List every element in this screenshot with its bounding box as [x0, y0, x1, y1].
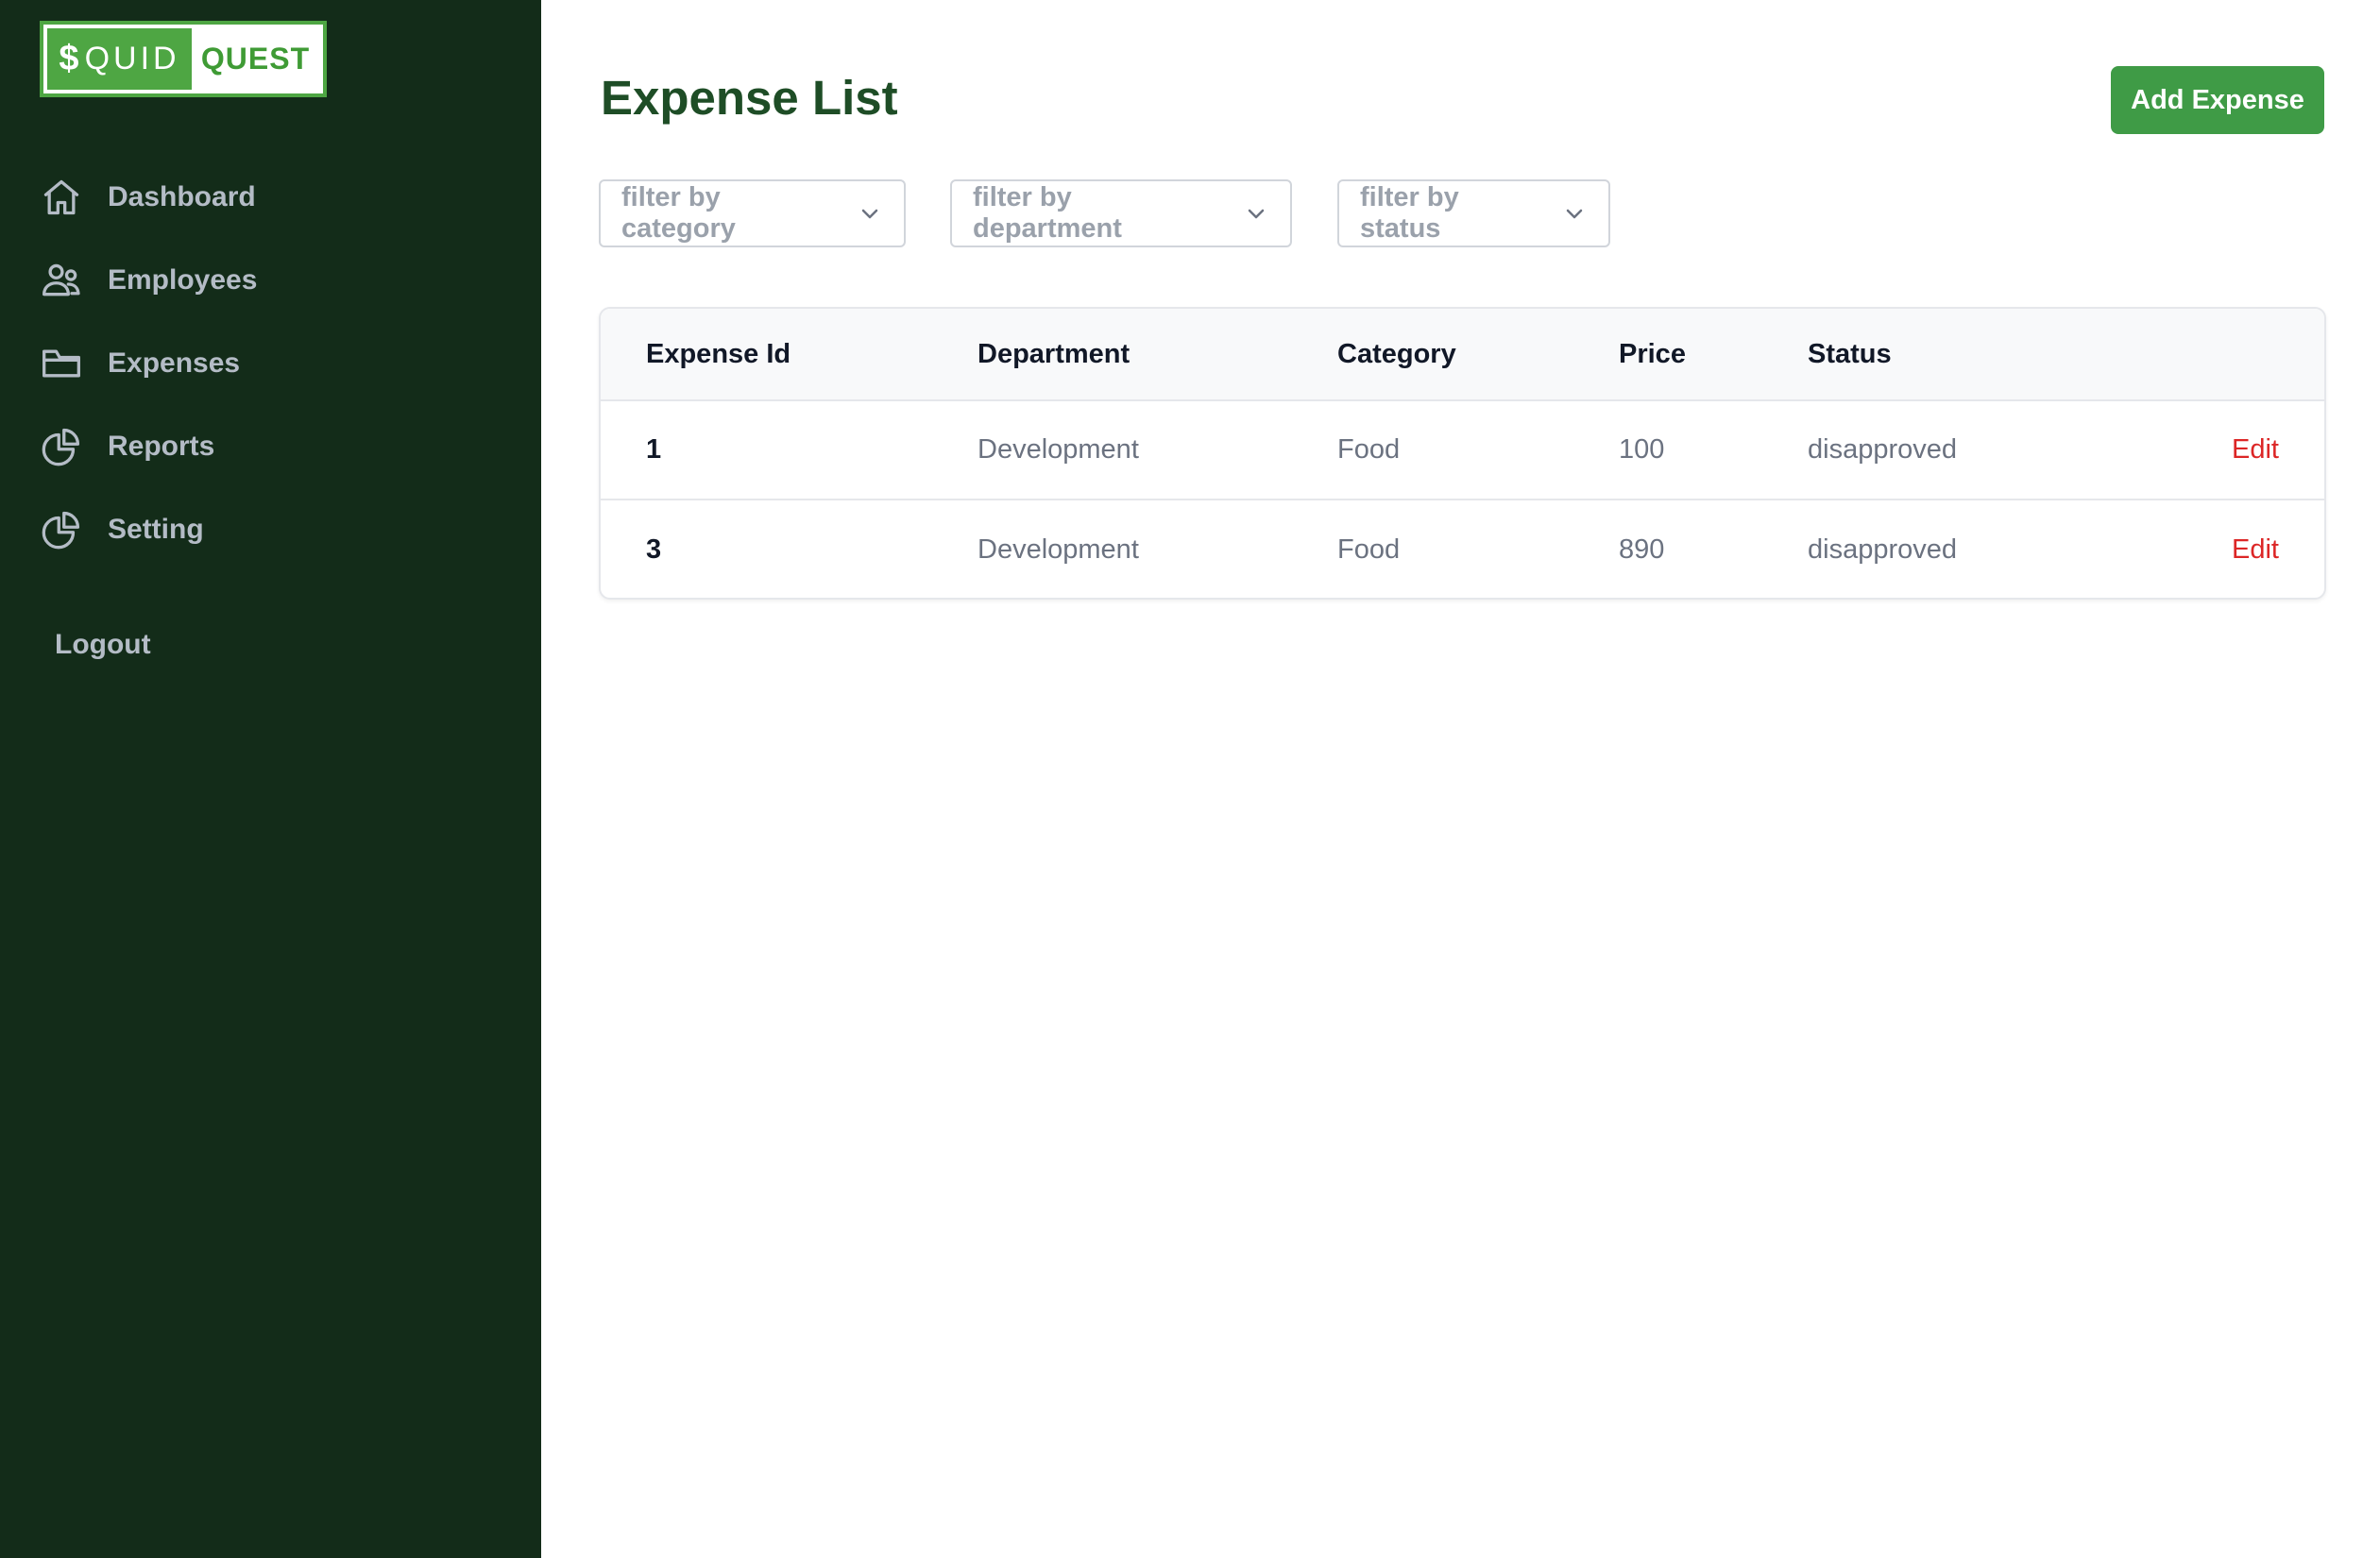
pie-chart-icon [40, 508, 83, 551]
logo-text-quest: QUEST [200, 42, 311, 76]
column-header-status: Status [1808, 338, 1892, 369]
edit-link[interactable]: Edit [2232, 500, 2279, 598]
users-icon [40, 259, 83, 302]
cell-expense-id: 1 [646, 434, 662, 465]
filter-status-label: filter by status [1360, 182, 1459, 244]
logout-button[interactable]: Logout [55, 629, 151, 661]
sidebar-item-expenses[interactable]: Expenses [40, 322, 257, 405]
column-header-price: Price [1619, 338, 1686, 369]
cell-category: Food [1337, 534, 1401, 565]
cell-price: 100 [1619, 434, 1665, 465]
filter-category-select[interactable]: filter by category [599, 179, 906, 247]
expense-table: Expense Id Department Category Price Sta… [599, 307, 2326, 600]
home-icon [40, 176, 83, 219]
add-expense-button[interactable]: Add Expense [2111, 66, 2324, 134]
cell-expense-id: 3 [646, 534, 662, 565]
logo-badge: $ QUID [47, 28, 192, 90]
table-row: 1 Development Food 100 disapproved Edit [601, 401, 2324, 500]
sidebar-item-label: Dashboard [108, 181, 256, 212]
cell-status: disapproved [1808, 534, 1957, 565]
cell-price: 890 [1619, 534, 1665, 565]
filter-department-select[interactable]: filter by department [950, 179, 1292, 247]
logo-dollar: $ [59, 39, 79, 78]
column-header-department: Department [978, 338, 1130, 369]
sidebar-item-label: Expenses [108, 347, 241, 379]
sidebar-item-label: Employees [108, 264, 258, 296]
cell-department: Development [978, 434, 1139, 465]
column-header-expense-id: Expense Id [646, 338, 791, 369]
edit-link[interactable]: Edit [2232, 401, 2279, 499]
table-row: 3 Development Food 890 disapproved Edit [601, 500, 2324, 598]
logo[interactable]: $ QUID QUEST [40, 21, 327, 97]
sidebar-item-employees[interactable]: Employees [40, 239, 257, 322]
sidebar-item-setting[interactable]: Setting [40, 488, 257, 571]
column-header-category: Category [1337, 338, 1456, 369]
chevron-down-icon [1245, 201, 1269, 226]
folder-icon [40, 342, 83, 385]
chevron-down-icon [858, 201, 883, 226]
chevron-down-icon [1563, 201, 1588, 226]
logo-text-quid: QUID [84, 41, 180, 76]
sidebar-nav: Dashboard Employees Expenses Reports Set… [40, 156, 257, 571]
pie-chart-icon [40, 425, 83, 468]
sidebar-item-reports[interactable]: Reports [40, 405, 257, 488]
cell-category: Food [1337, 434, 1401, 465]
table-header: Expense Id Department Category Price Sta… [601, 309, 2324, 401]
cell-department: Development [978, 534, 1139, 565]
sidebar-item-label: Reports [108, 431, 215, 462]
filter-status-select[interactable]: filter by status [1337, 179, 1610, 247]
filter-category-label: filter by category [621, 182, 736, 244]
sidebar-item-dashboard[interactable]: Dashboard [40, 156, 257, 239]
sidebar: $ QUID QUEST Dashboard Employees Expense… [0, 0, 541, 1558]
sidebar-item-label: Setting [108, 514, 204, 545]
cell-status: disapproved [1808, 434, 1957, 465]
filter-department-label: filter by department [973, 182, 1122, 244]
page-title: Expense List [601, 71, 898, 125]
